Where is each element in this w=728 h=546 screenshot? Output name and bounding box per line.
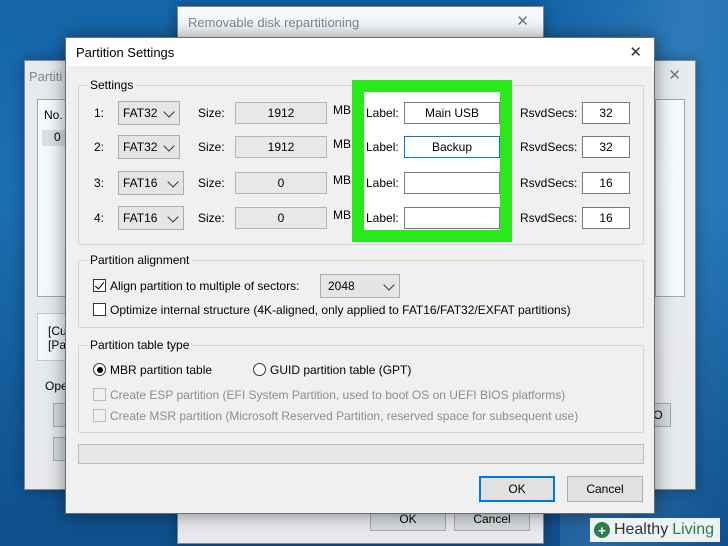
optimize-label: Optimize internal structure (4K-aligned,… [110,303,571,317]
partition-info-line1: [Cu [48,324,67,338]
msr-label: Create MSR partition (Microsoft Reserved… [110,409,579,423]
volume-label-input[interactable]: Main USB [404,102,500,124]
partition-number: 4: [94,211,105,225]
rsvdsecs-label: RsvdSecs: [520,211,578,225]
repartition-titlebar: Removable disk repartitioning ✕ [178,7,543,37]
label-label: Label: [366,106,399,120]
filesystem-select[interactable]: FAT32 [118,135,180,159]
align-sectors-select[interactable]: 2048 [320,274,400,298]
size-label: Size: [198,106,225,120]
filesystem-select[interactable]: FAT32 [118,101,180,125]
cancel-button[interactable]: Cancel [567,476,643,502]
filesystem-value: FAT32 [123,106,158,120]
dialog-close-icon[interactable]: ✕ [629,43,642,61]
size-field[interactable]: 1912 [235,102,327,124]
size-unit: MB [333,103,351,117]
gpt-radio[interactable] [253,363,266,376]
repartition-close-icon[interactable]: ✕ [516,12,529,30]
filesystem-value: FAT16 [123,176,158,190]
rsvdsecs-field[interactable]: 16 [582,207,630,229]
size-field[interactable]: 0 [235,172,327,194]
partition-number: 3: [94,176,105,190]
partition-number: 2: [94,140,105,154]
settings-group-title: Settings [87,78,137,92]
esp-label: Create ESP partition (EFI System Partiti… [110,388,566,402]
size-label: Size: [198,140,225,154]
partition-number: 1: [94,106,105,120]
table-type-group-title: Partition table type [87,338,193,352]
mbr-label: MBR partition table [110,363,213,377]
chevron-down-icon [161,136,179,158]
chevron-down-icon [381,275,399,297]
alignment-group-title: Partition alignment [87,253,193,267]
size-label: Size: [198,176,225,190]
filesystem-value: FAT32 [123,140,158,154]
rsvdsecs-field[interactable]: 16 [582,172,630,194]
volume-label-input[interactable]: Backup [404,136,500,158]
volume-label-input[interactable] [404,207,500,229]
filesystem-select[interactable]: FAT16 [118,206,184,230]
size-unit: MB [333,173,351,187]
partition-title: Partiti [29,68,63,84]
gpt-label: GUID partition table (GPT) [270,363,412,377]
mbr-radio[interactable] [93,363,106,376]
chevron-down-icon [165,172,183,194]
align-label: Align partition to multiple of sectors: [110,279,300,293]
volume-label-input[interactable] [404,172,500,194]
rsvdsecs-label: RsvdSecs: [520,106,578,120]
progress-bar [78,444,644,464]
healthy-living-watermark: + Healthy Living [589,518,720,542]
msr-checkbox[interactable] [93,409,106,422]
size-unit: MB [333,137,351,151]
partition-info-line2: [Pa [48,338,67,352]
size-field[interactable]: 1912 [235,136,327,158]
partition-list-header-no: No. [44,108,63,122]
watermark-living: Living [672,521,714,538]
rsvdsecs-label: RsvdSecs: [520,140,578,154]
dialog-title: Partition Settings [76,44,175,60]
label-label: Label: [366,176,399,190]
rsvdsecs-label: RsvdSecs: [520,176,578,190]
partition-close-icon[interactable]: ✕ [668,66,681,84]
ok-button[interactable]: OK [479,476,555,502]
repartition-title: Removable disk repartitioning [188,14,360,30]
rsvdsecs-field[interactable]: 32 [582,136,630,158]
label-label: Label: [366,211,399,225]
optimize-checkbox[interactable] [93,303,106,316]
partition-list-right [655,99,685,297]
size-unit: MB [333,208,351,222]
align-sectors-value: 2048 [328,279,355,293]
align-checkbox[interactable] [93,279,106,292]
size-label: Size: [198,211,225,225]
rsvdsecs-field[interactable]: 32 [582,102,630,124]
label-label: Label: [366,140,399,154]
filesystem-select[interactable]: FAT16 [118,171,184,195]
plus-icon: + [593,522,610,538]
watermark-healthy: Healthy [613,521,669,538]
chevron-down-icon [165,207,183,229]
partition-settings-dialog: Partition Settings ✕ Settings 1: FAT32 Siz… [65,37,655,514]
filesystem-value: FAT16 [123,211,158,225]
esp-checkbox[interactable] [93,388,106,401]
chevron-down-icon [161,102,179,124]
dialog-titlebar: Partition Settings ✕ [66,38,654,66]
size-field[interactable]: 0 [235,207,327,229]
